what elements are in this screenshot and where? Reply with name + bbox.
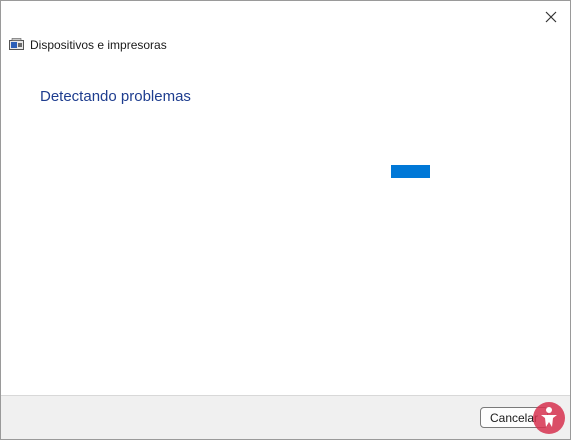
cancel-button[interactable]: Cancelar [480,407,548,428]
progress-indicator [391,165,430,178]
close-icon [545,11,557,23]
window-title: Dispositivos e impresoras [30,38,167,52]
footer-bar: Cancelar [1,395,570,439]
devices-printers-icon [9,38,24,52]
status-heading: Detectando problemas [40,88,191,105]
close-button[interactable] [534,3,568,31]
window-header: Dispositivos e impresoras [9,38,167,52]
troubleshooter-window: Dispositivos e impresoras Detectando pro… [0,0,571,440]
